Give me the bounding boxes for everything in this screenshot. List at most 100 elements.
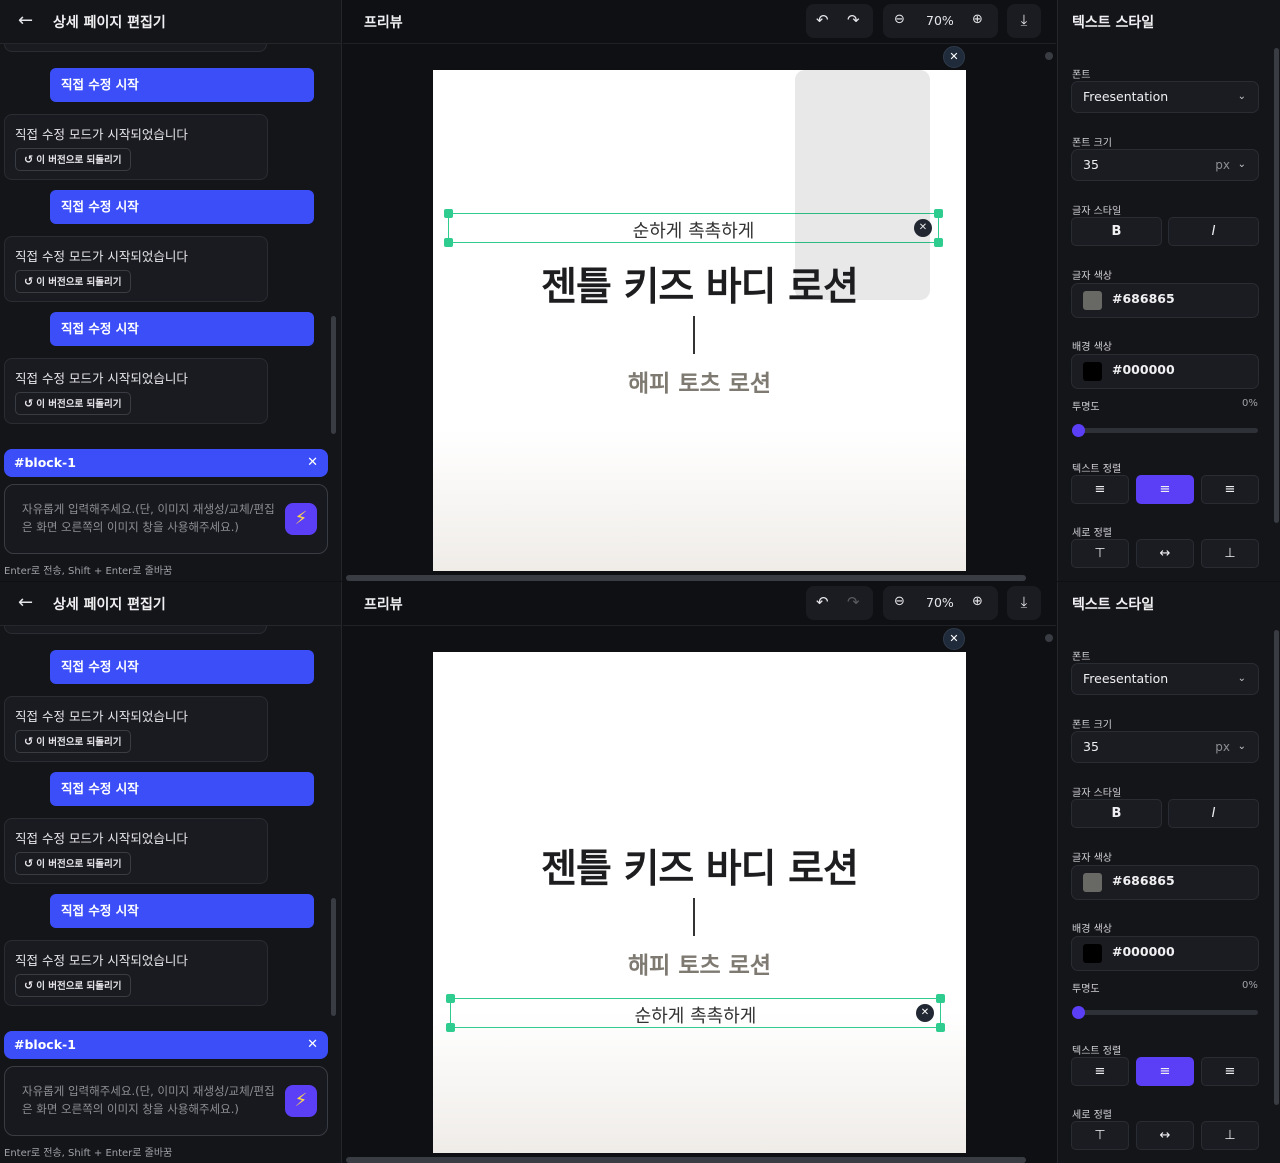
tagline-text[interactable]: 순하게 촉촉하게 xyxy=(451,1002,940,1028)
align-middle-icon[interactable]: ↔ xyxy=(1136,1121,1194,1150)
close-icon[interactable]: ✕ xyxy=(943,46,965,68)
opacity-value: 0% xyxy=(1242,398,1258,409)
text-color-label: 글자 색상 xyxy=(1072,853,1112,864)
align-center-icon[interactable]: ≡ xyxy=(1136,1057,1194,1086)
sidebar-header: ← 상세 페이지 편집기 xyxy=(0,0,342,44)
arrow-left-icon[interactable]: ← xyxy=(18,594,33,612)
revert-version-button[interactable]: ↺ 이 버전으로 되돌리기 xyxy=(15,852,131,875)
font-select[interactable]: Freesentation ⌄ xyxy=(1071,81,1259,113)
close-icon[interactable]: ✕ xyxy=(943,628,965,650)
redo-icon[interactable]: ↷ xyxy=(847,11,860,29)
text-color-picker[interactable]: #686865 xyxy=(1071,865,1259,900)
divider-line xyxy=(693,316,695,354)
font-size-input[interactable]: 35 px ⌄ xyxy=(1071,731,1259,763)
bg-color-picker[interactable]: #000000 xyxy=(1071,936,1259,971)
redo-icon[interactable]: ↷ xyxy=(847,593,860,611)
bold-button[interactable]: B xyxy=(1071,217,1162,246)
product-headline[interactable]: 젠틀 키즈 바디 로션 xyxy=(433,838,966,894)
zoom-level: 70% xyxy=(926,13,954,28)
chat-history[interactable]: 직접 수정 시작 직접 수정 모드가 시작되었습니다 ↺ 이 버전으로 되돌리기 … xyxy=(0,626,342,1019)
assistant-message: 직접 수정 모드가 시작되었습니다 ↺ 이 버전으로 되돌리기 xyxy=(4,358,268,424)
page-canvas[interactable]: 젠틀 키즈 바디 로션 해피 토츠 로션 순하게 촉촉하게 ✕ xyxy=(433,652,966,1153)
horizontal-scrollbar[interactable] xyxy=(346,575,1026,581)
bg-color-picker[interactable]: #000000 xyxy=(1071,354,1259,389)
align-left-icon[interactable]: ≡ xyxy=(1071,475,1129,504)
undo-icon[interactable]: ↶ xyxy=(816,593,829,611)
chat-scrollbar[interactable] xyxy=(331,316,336,434)
undo-icon[interactable]: ↶ xyxy=(816,11,829,29)
italic-button[interactable]: I xyxy=(1168,799,1259,828)
align-right-icon[interactable]: ≡ xyxy=(1201,1057,1259,1086)
page-canvas[interactable]: 순하게 촉촉하게 ✕ 젠틀 키즈 바디 로션 해피 토츠 로션 xyxy=(433,70,966,571)
color-swatch[interactable] xyxy=(1083,291,1102,310)
close-icon[interactable]: ✕ xyxy=(307,449,318,477)
zoom-in-icon[interactable]: ⊕ xyxy=(972,594,983,609)
chat-scrollbar[interactable] xyxy=(331,898,336,1016)
opacity-slider[interactable] xyxy=(1072,1006,1258,1019)
download-icon[interactable]: ⤓ xyxy=(1007,586,1041,620)
font-select[interactable]: Freesentation ⌄ xyxy=(1071,663,1259,695)
align-bottom-icon[interactable]: ⊥ xyxy=(1201,539,1259,568)
rotate-ccw-icon: ↺ xyxy=(24,153,34,166)
slider-knob[interactable] xyxy=(1072,1006,1085,1019)
close-icon[interactable]: ✕ xyxy=(916,1004,934,1022)
italic-button[interactable]: I xyxy=(1168,217,1259,246)
assistant-message-text: 직접 수정 모드가 시작되었습니다 xyxy=(15,371,188,386)
chevron-down-icon: ⌄ xyxy=(1237,91,1246,102)
zoom-out-icon[interactable]: ⊖ xyxy=(894,594,905,609)
horizontal-scrollbar[interactable] xyxy=(346,1157,1026,1163)
arrow-left-icon[interactable]: ← xyxy=(18,12,33,30)
align-right-icon[interactable]: ≡ xyxy=(1201,475,1259,504)
close-icon[interactable]: ✕ xyxy=(307,1031,318,1059)
color-swatch[interactable] xyxy=(1083,944,1102,963)
lightning-icon[interactable]: ⚡ xyxy=(285,503,317,535)
panel-scrollbar[interactable] xyxy=(1274,48,1279,523)
rotate-ccw-icon: ↺ xyxy=(24,275,34,288)
product-subline[interactable]: 해피 토츠 로션 xyxy=(433,364,966,398)
prompt-input[interactable]: 자유롭게 입력해주세요.(단, 이미지 재생성/교체/편집은 화면 오른쪽의 이… xyxy=(4,484,328,554)
panel-scrollbar[interactable] xyxy=(1274,630,1279,1105)
align-top-icon[interactable]: ⊤ xyxy=(1071,1121,1129,1150)
chevron-down-icon: ⌄ xyxy=(1237,673,1246,684)
align-center-icon[interactable]: ≡ xyxy=(1136,475,1194,504)
rotate-ccw-icon: ↺ xyxy=(24,857,34,870)
chat-sidebar: ← 상세 페이지 편집기 직접 수정 시작 직접 수정 모드가 시작되었습니다 … xyxy=(0,0,342,581)
block-tag-label: #block-1 xyxy=(14,1037,76,1052)
text-color-picker[interactable]: #686865 xyxy=(1071,283,1259,318)
user-message: 직접 수정 시작 xyxy=(50,772,314,806)
assistant-message-text: 직접 수정 모드가 시작되었습니다 xyxy=(15,249,188,264)
opacity-slider[interactable] xyxy=(1072,424,1258,437)
zoom-in-icon[interactable]: ⊕ xyxy=(972,12,983,27)
revert-version-button[interactable]: ↺ 이 버전으로 되돌리기 xyxy=(15,270,131,293)
bold-button[interactable]: B xyxy=(1071,799,1162,828)
font-value: Freesentation xyxy=(1083,671,1169,686)
align-middle-icon[interactable]: ↔ xyxy=(1136,539,1194,568)
selected-text-block[interactable]: 순하게 촉촉하게 ✕ xyxy=(446,994,945,1032)
revert-version-button[interactable]: ↺ 이 버전으로 되돌리기 xyxy=(15,974,131,997)
align-left-icon[interactable]: ≡ xyxy=(1071,1057,1129,1086)
prompt-input[interactable]: 자유롭게 입력해주세요.(단, 이미지 재생성/교체/편집은 화면 오른쪽의 이… xyxy=(4,1066,328,1136)
color-swatch[interactable] xyxy=(1083,873,1102,892)
unit-select[interactable]: px xyxy=(1215,732,1230,762)
chat-sidebar: ← 상세 페이지 편집기 직접 수정 시작 직접 수정 모드가 시작되었습니다 … xyxy=(0,582,342,1163)
assistant-message: 직접 수정 모드가 시작되었습니다 ↺ 이 버전으로 되돌리기 xyxy=(4,818,268,884)
align-bottom-icon[interactable]: ⊥ xyxy=(1201,1121,1259,1150)
product-subline[interactable]: 해피 토츠 로션 xyxy=(433,946,966,980)
revert-version-button[interactable]: ↺ 이 버전으로 되돌리기 xyxy=(15,392,131,415)
slider-knob[interactable] xyxy=(1072,424,1085,437)
font-size-input[interactable]: 35 px ⌄ xyxy=(1071,149,1259,181)
preview-area: 프리뷰 ↶ ↷ ⊖ 70% ⊕ ⤓ ✕ 젠틀 키즈 바디 로션 해피 토츠 로션 xyxy=(343,582,1056,1163)
zoom-controls: ⊖ 70% ⊕ xyxy=(883,586,998,620)
revert-label: 이 버전으로 되돌리기 xyxy=(36,155,122,166)
color-swatch[interactable] xyxy=(1083,362,1102,381)
zoom-out-icon[interactable]: ⊖ xyxy=(894,12,905,27)
align-top-icon[interactable]: ⊤ xyxy=(1071,539,1129,568)
revert-version-button[interactable]: ↺ 이 버전으로 되돌리기 xyxy=(15,730,131,753)
history-controls: ↶ ↷ xyxy=(806,4,873,38)
revert-version-button[interactable]: ↺ 이 버전으로 되돌리기 xyxy=(15,148,131,171)
chat-history[interactable]: 직접 수정 시작 직접 수정 모드가 시작되었습니다 ↺ 이 버전으로 되돌리기 … xyxy=(0,44,342,437)
download-icon[interactable]: ⤓ xyxy=(1007,4,1041,38)
unit-select[interactable]: px xyxy=(1215,150,1230,180)
lightning-icon[interactable]: ⚡ xyxy=(285,1085,317,1117)
chevron-down-icon: ⌄ xyxy=(1237,159,1246,170)
